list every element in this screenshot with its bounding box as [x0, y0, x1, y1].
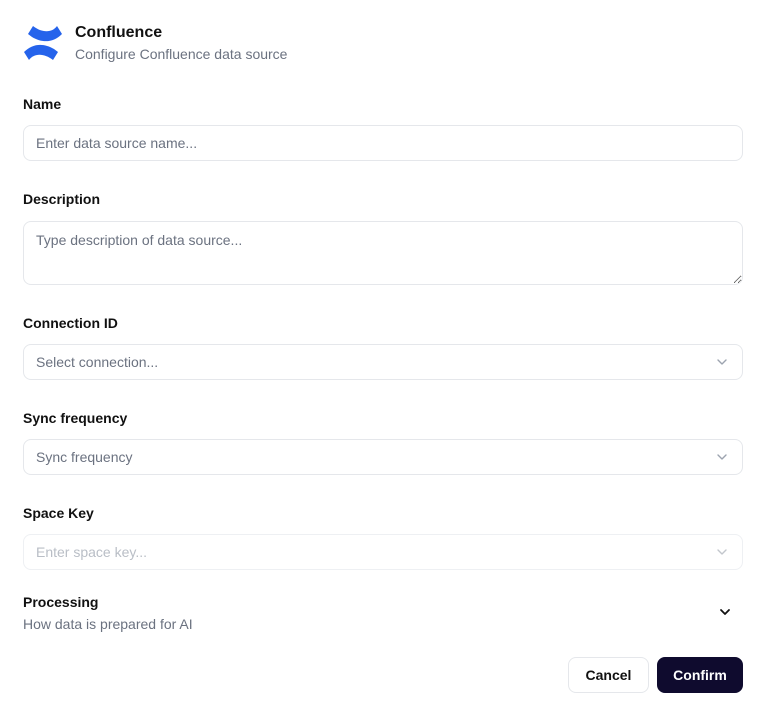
connection-id-label: Connection ID	[23, 315, 118, 331]
dialog-header: Confluence Configure Confluence data sou…	[23, 23, 287, 63]
dialog-title: Confluence	[75, 24, 163, 41]
configure-data-source-dialog: Confluence Configure Confluence data sou…	[0, 0, 775, 718]
description-label: Description	[23, 191, 101, 207]
cancel-button[interactable]: Cancel	[568, 657, 649, 693]
sync-frequency-select[interactable]: Sync frequency	[23, 439, 743, 475]
connection-id-select[interactable]: Select connection...	[23, 344, 743, 380]
name-input[interactable]	[23, 125, 743, 161]
processing-section-toggle[interactable]: Processing How data is prepared for AI	[23, 592, 743, 634]
sync-frequency-value: Sync frequency	[36, 449, 133, 465]
name-label: Name	[23, 96, 62, 112]
processing-subtitle: How data is prepared for AI	[23, 616, 193, 632]
space-key-select[interactable]: Enter space key...	[23, 534, 743, 570]
dialog-subtitle: Configure Confluence data source	[75, 46, 288, 62]
connection-id-value: Select connection...	[36, 354, 159, 370]
space-key-label: Space Key	[23, 505, 94, 521]
chevron-down-icon	[720, 609, 730, 615]
description-textarea[interactable]	[23, 221, 743, 285]
sync-frequency-label: Sync frequency	[23, 410, 128, 426]
header-text: Confluence Configure Confluence data sou…	[75, 23, 287, 63]
chevron-down-icon	[717, 359, 727, 365]
processing-title: Processing	[23, 594, 99, 610]
space-key-placeholder: Enter space key...	[36, 544, 148, 560]
chevron-down-icon	[717, 454, 727, 460]
confluence-logo-icon	[24, 26, 62, 60]
confirm-button[interactable]: Confirm	[657, 657, 743, 693]
chevron-down-icon	[717, 549, 727, 555]
